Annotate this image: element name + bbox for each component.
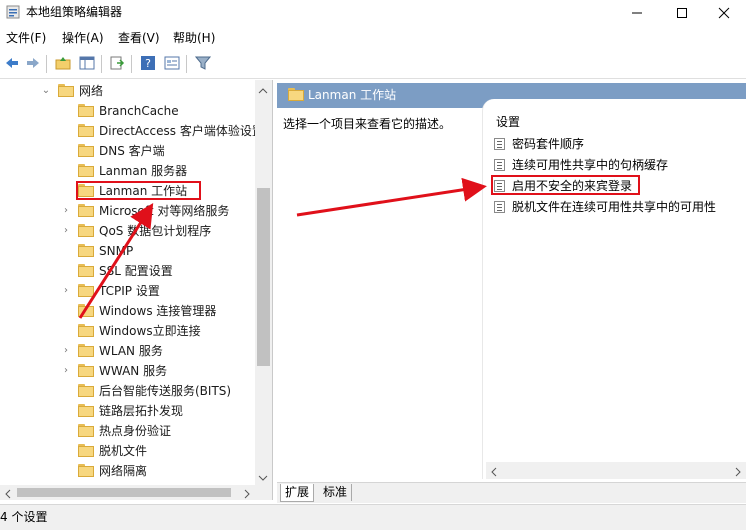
arrow-to-setting — [296, 177, 487, 217]
arrow-to-tree-item — [78, 202, 154, 319]
annotation-arrows — [78, 177, 487, 319]
